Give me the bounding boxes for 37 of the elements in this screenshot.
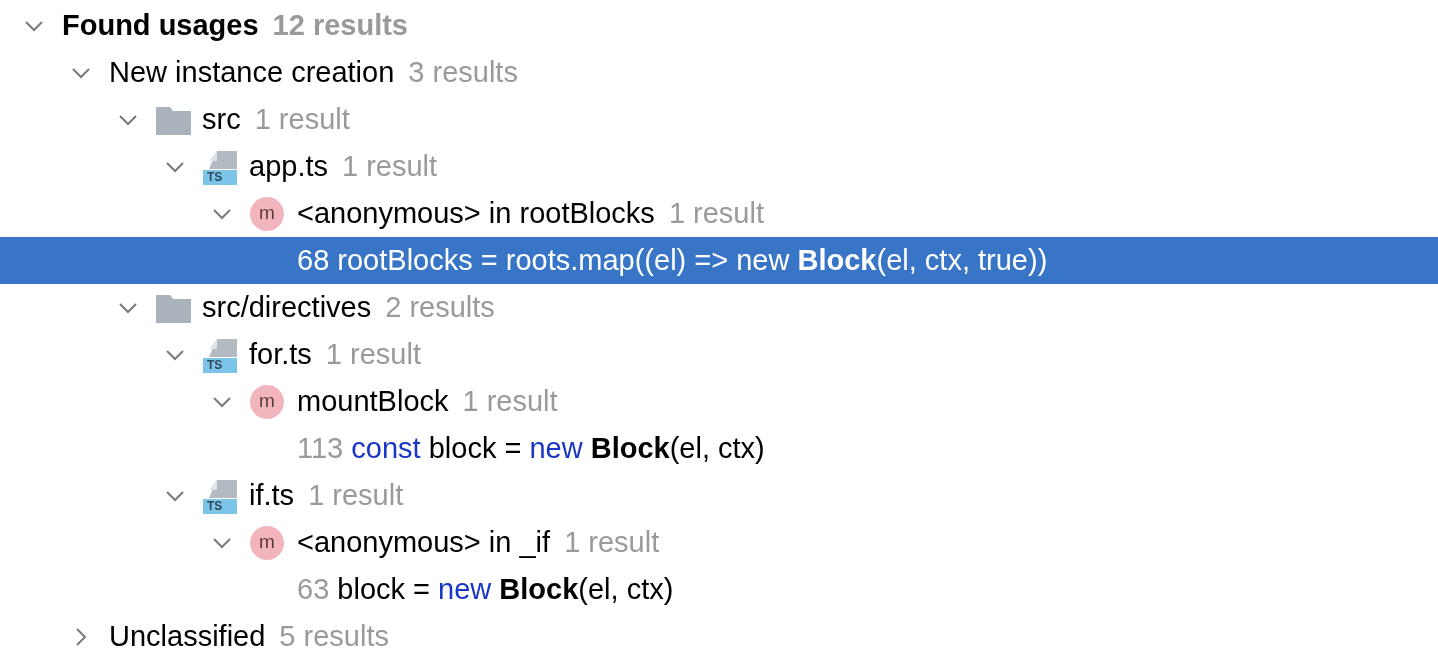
result-count: 1 result — [668, 195, 764, 231]
node-label[interactable]: Unclassified — [109, 614, 266, 659]
result-count: 1 result — [462, 383, 558, 419]
result-count: 2 results — [385, 289, 495, 325]
result-count: 1 result — [254, 101, 350, 137]
method-icon: m — [250, 525, 284, 560]
node-label[interactable]: Found usages — [62, 3, 259, 48]
selected-row[interactable]: 68 rootBlocks = roots.map((el) => new Block(el, ctx, true)) — [0, 237, 1438, 284]
node-label[interactable]: if.ts — [249, 473, 295, 518]
node-label[interactable]: app.ts — [249, 144, 328, 189]
node-label[interactable]: src — [202, 97, 241, 142]
result-count: 3 results — [408, 54, 518, 90]
node-label[interactable]: <anonymous> in rootBlocks — [297, 191, 655, 236]
code-line[interactable]: 113 const block = new Block(el, ctx) — [297, 426, 765, 471]
folder-icon — [156, 104, 191, 135]
file-icon — [203, 336, 237, 373]
result-count: 12 results — [272, 7, 408, 43]
method-icon: m — [250, 384, 284, 419]
method-icon: m — [250, 196, 284, 231]
file-type-label: TS — [207, 169, 223, 185]
result-count: 1 result — [564, 524, 660, 560]
result-count: 1 result — [342, 148, 438, 184]
file-type-label: TS — [207, 498, 223, 514]
file-type-label: TS — [207, 357, 223, 373]
result-count: 5 results — [279, 618, 389, 654]
folder-icon — [156, 292, 191, 323]
code-line[interactable]: 68 rootBlocks = roots.map((el) => new Block(el, ctx, true)) — [297, 238, 1048, 283]
result-count: 1 result — [308, 477, 404, 513]
node-label[interactable]: <anonymous> in _if — [297, 520, 551, 565]
node-label[interactable]: for.ts — [249, 332, 312, 377]
node-label[interactable]: mountBlock — [297, 379, 449, 424]
result-count: 1 result — [325, 336, 421, 372]
code-line[interactable]: 63 block = new Block(el, ctx) — [297, 567, 674, 612]
node-label[interactable]: src/directives — [202, 285, 372, 330]
node-label[interactable]: New instance creation — [109, 50, 395, 95]
file-icon — [203, 148, 237, 185]
file-icon — [203, 477, 237, 514]
